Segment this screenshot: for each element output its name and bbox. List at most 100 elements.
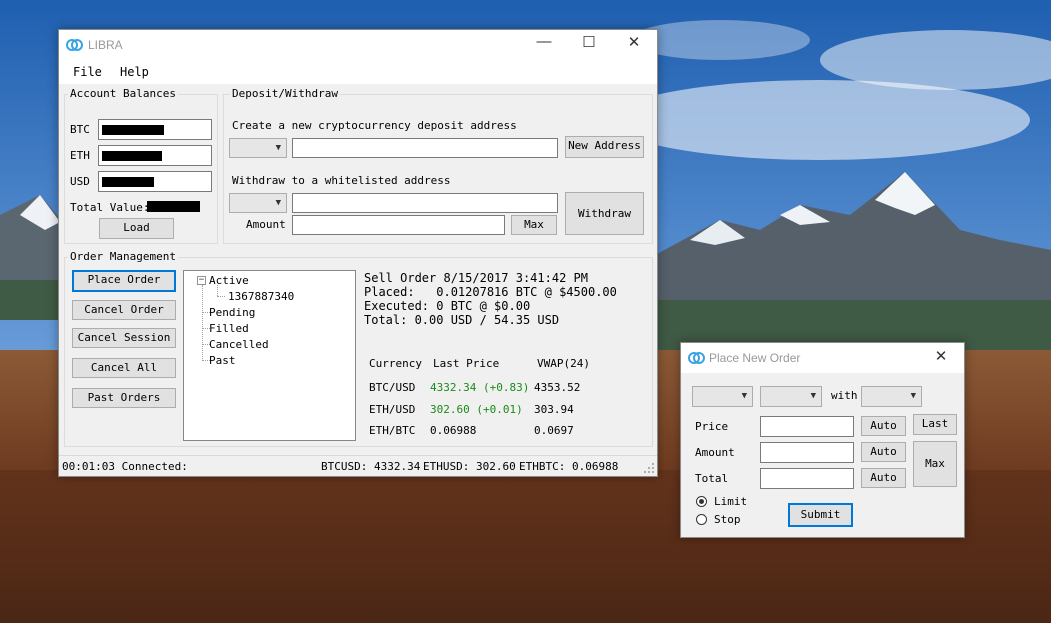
order-detail-line: Sell Order 8/15/2017 3:41:42 PM	[364, 271, 588, 285]
maximize-icon[interactable]: ☐	[566, 33, 612, 51]
price-table-cell: ETH/USD	[369, 403, 416, 416]
stop-radio[interactable]	[696, 514, 707, 525]
cancel-all-button[interactable]: Cancel All	[72, 358, 176, 378]
order-management-heading: Order Management	[68, 250, 178, 263]
redacted-value	[102, 177, 154, 187]
order-currency-select[interactable]: ▼	[760, 386, 822, 407]
tree-node-active[interactable]: Active	[209, 274, 249, 287]
cancel-order-button[interactable]: Cancel Order	[72, 300, 176, 320]
new-address-button[interactable]: New Address	[565, 136, 644, 158]
limit-radio[interactable]	[696, 496, 707, 507]
tree-connector	[202, 285, 203, 359]
load-button[interactable]: Load	[99, 218, 174, 239]
price-table-cell: 0.06988	[430, 424, 477, 437]
total-auto-button[interactable]: Auto	[861, 468, 906, 488]
order-tree[interactable]: − Active 1367887340 Pending Filled Cance…	[183, 270, 356, 441]
radio-selected-dot	[699, 499, 704, 504]
withdraw-caption: Withdraw to a whitelisted address	[232, 174, 451, 187]
deposit-withdraw-heading: Deposit/Withdraw	[230, 87, 340, 100]
place-order-window: Place New Order ✕ ▼ ▼ with ▼ Price Auto …	[680, 342, 965, 538]
status-connection: 00:01:03 Connected:	[62, 460, 188, 473]
total-value-redacted	[147, 201, 200, 212]
price-table-cell: 0.0697	[534, 424, 574, 437]
eth-label: ETH	[70, 149, 90, 162]
usd-balance-field	[98, 171, 212, 192]
main-window-title: LIBRA	[88, 38, 123, 52]
account-balances-heading: Account Balances	[68, 87, 178, 100]
tree-node-pending[interactable]: Pending	[209, 306, 255, 319]
redacted-value	[102, 151, 162, 161]
order-side-select[interactable]: ▼	[692, 386, 753, 407]
price-table-cell: ETH/BTC	[369, 424, 416, 437]
submit-button[interactable]: Submit	[788, 503, 853, 527]
close-icon[interactable]: ✕	[611, 33, 657, 51]
limit-label[interactable]: Limit	[714, 495, 747, 508]
price-table-header: VWAP(24)	[537, 357, 590, 370]
price-table-cell: BTC/USD	[369, 381, 416, 394]
chevron-down-icon: ▼	[810, 391, 816, 401]
main-titlebar[interactable]: LIBRA — ☐ ✕	[59, 30, 657, 60]
withdraw-address-field[interactable]	[292, 193, 558, 213]
amount-field[interactable]	[760, 442, 854, 463]
price-table-cell: 4332.34 (+0.83)	[430, 381, 530, 394]
amount-label: Amount	[246, 218, 286, 231]
price-field[interactable]	[760, 416, 854, 437]
chevron-down-icon: ▼	[910, 391, 916, 401]
order-max-button[interactable]: Max	[913, 441, 957, 487]
with-label: with	[831, 389, 858, 402]
withdraw-max-button[interactable]: Max	[511, 215, 557, 235]
order-window-title: Place New Order	[709, 351, 801, 365]
status-ethusd: ETHUSD: 302.60	[423, 460, 516, 473]
libra-logo-icon	[66, 39, 83, 51]
chevron-down-icon: ▼	[275, 143, 281, 153]
menu-file[interactable]: File	[73, 65, 102, 79]
past-orders-button[interactable]: Past Orders	[72, 388, 176, 408]
price-table-header: Currency	[369, 357, 422, 370]
tree-connector	[217, 296, 225, 297]
deposit-caption: Create a new cryptocurrency deposit addr…	[232, 119, 517, 132]
total-label: Total	[695, 472, 729, 485]
menu-bar: File Help	[59, 60, 657, 84]
tree-node-cancelled[interactable]: Cancelled	[209, 338, 269, 351]
eth-balance-field	[98, 145, 212, 166]
place-order-button[interactable]: Place Order	[72, 270, 176, 292]
status-bar: 00:01:03 Connected: BTCUSD: 4332.34 ETHU…	[59, 455, 657, 476]
withdraw-amount-field[interactable]	[292, 215, 505, 235]
libra-logo-icon	[688, 352, 705, 364]
menu-help[interactable]: Help	[120, 65, 149, 79]
total-value-label: Total Value:	[70, 201, 150, 214]
amount-auto-button[interactable]: Auto	[861, 442, 906, 462]
last-button[interactable]: Last	[913, 414, 957, 435]
chevron-down-icon: ▼	[275, 198, 281, 208]
usd-label: USD	[70, 175, 90, 188]
deposit-currency-select[interactable]: ▼	[229, 138, 287, 158]
order-quote-select[interactable]: ▼	[861, 386, 922, 407]
cancel-session-button[interactable]: Cancel Session	[72, 328, 176, 348]
tree-node-order[interactable]: 1367887340	[228, 290, 294, 303]
withdraw-currency-select[interactable]: ▼	[229, 193, 287, 213]
status-btcusd: BTCUSD: 4332.34	[321, 460, 421, 473]
amount-label: Amount	[695, 446, 735, 459]
stop-label[interactable]: Stop	[714, 513, 741, 526]
withdraw-button[interactable]: Withdraw	[565, 192, 644, 235]
total-field[interactable]	[760, 468, 854, 489]
deposit-address-field[interactable]	[292, 138, 558, 158]
tree-node-filled[interactable]: Filled	[209, 322, 249, 335]
minimize-icon[interactable]: —	[521, 33, 567, 50]
order-detail-line: Placed: 0.01207816 BTC @ $4500.00	[364, 285, 617, 299]
collapse-icon[interactable]: −	[197, 276, 206, 285]
order-window-titlebar[interactable]: Place New Order ✕	[681, 343, 964, 373]
price-auto-button[interactable]: Auto	[861, 416, 906, 436]
btc-label: BTC	[70, 123, 90, 136]
resize-grip-icon[interactable]	[644, 463, 655, 474]
redacted-value	[102, 125, 164, 135]
btc-balance-field	[98, 119, 212, 140]
price-table-header: Last Price	[433, 357, 500, 370]
tree-node-past[interactable]: Past	[209, 354, 236, 367]
order-detail-line: Executed: 0 BTC @ $0.00	[364, 299, 531, 313]
close-icon[interactable]: ✕	[926, 347, 956, 365]
price-label: Price	[695, 420, 729, 433]
main-window: LIBRA — ☐ ✕ File Help Account Balances B…	[58, 29, 658, 477]
chevron-down-icon: ▼	[741, 391, 747, 401]
order-detail-line: Total: 0.00 USD / 54.35 USD	[364, 313, 560, 327]
